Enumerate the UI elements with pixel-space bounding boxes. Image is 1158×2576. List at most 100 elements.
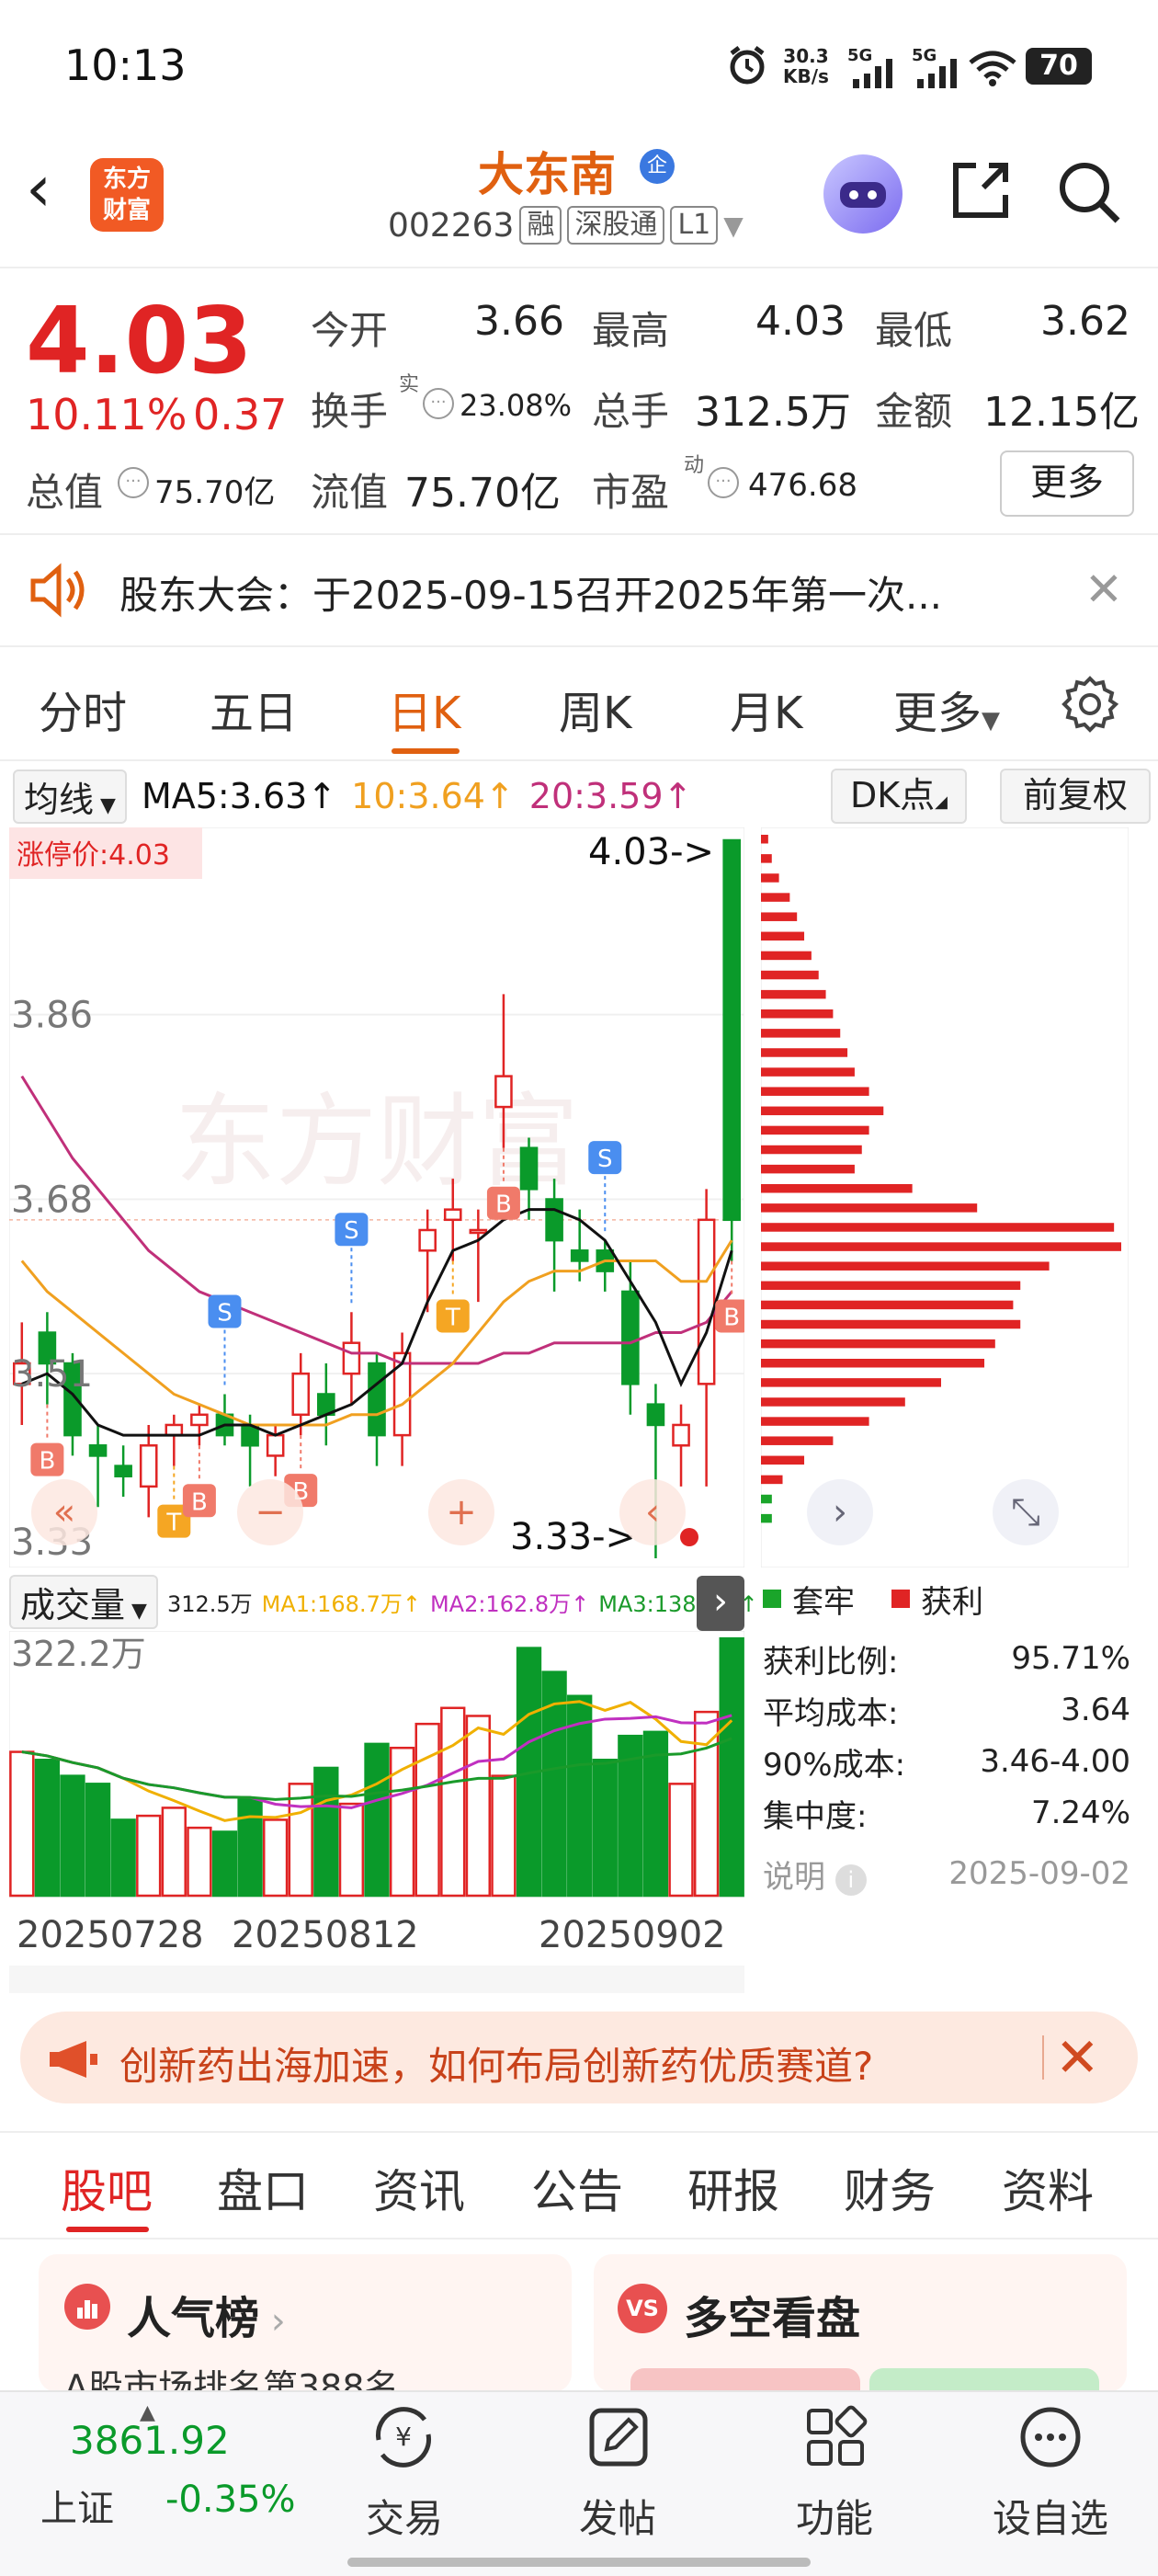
adjust-mode-button[interactable]: 前复权 — [1000, 769, 1151, 824]
info-dots-icon[interactable]: ··· — [423, 388, 454, 419]
index-pct[interactable]: -0.35% — [165, 2479, 296, 2521]
chip-distribution-chart[interactable]: › ⤡ — [761, 827, 1129, 1567]
pe-value: 476.68 — [748, 467, 857, 504]
nav-post[interactable]: 发帖 — [579, 2488, 656, 2544]
home-indicator[interactable] — [347, 2558, 811, 2567]
tab-forum[interactable]: 股吧 — [61, 2155, 153, 2221]
index-name[interactable]: 上证 — [40, 2479, 114, 2532]
chip-bar — [761, 1319, 1021, 1329]
chip-bar — [761, 1397, 905, 1407]
chip-bar — [761, 854, 772, 863]
tab-orderbook[interactable]: 盘口 — [217, 2155, 309, 2221]
volume-selector[interactable]: 成交量 ▼ — [9, 1574, 158, 1629]
chip-row-value: 95.71% — [1011, 1640, 1130, 1677]
chip-bar — [761, 1359, 985, 1368]
candle-body — [368, 1362, 386, 1437]
tab-news[interactable]: 资讯 — [373, 2155, 465, 2221]
tab-profile[interactable]: 资料 — [1002, 2155, 1094, 2221]
nav-functions[interactable]: 功能 — [796, 2488, 873, 2544]
volume-bar — [338, 1802, 365, 1898]
chip-row-value: 3.46-4.00 — [980, 1743, 1130, 1780]
stock-name[interactable]: 大东南 — [478, 138, 616, 204]
caret-down-icon: ▼ — [94, 793, 116, 817]
candle-body — [165, 1423, 184, 1437]
popularity-title[interactable]: 人气榜 › — [127, 2282, 286, 2346]
bull-bear-title[interactable]: 多空看盘 — [684, 2282, 860, 2346]
trade-icon[interactable]: ¥ — [369, 2403, 437, 2471]
tab-daily-k[interactable]: 日K — [388, 677, 460, 741]
pe-label: 市盈 — [592, 470, 670, 515]
high-value: 4.03 — [755, 298, 846, 345]
volume-bar — [110, 1818, 136, 1898]
tab-intraday[interactable]: 分时 — [39, 677, 127, 741]
volume-bar — [414, 1722, 440, 1898]
chevron-right-icon: › — [259, 2300, 286, 2342]
ma5-value: MA5:3.63↑ — [141, 776, 337, 816]
info-dots-icon[interactable]: ··· — [708, 467, 739, 498]
tab-announcements[interactable]: 公告 — [531, 2155, 623, 2221]
chip-bar — [761, 1378, 941, 1387]
candle-body — [519, 1146, 539, 1191]
tab-more[interactable]: 更多▼ — [893, 677, 1000, 741]
ma-selector[interactable]: 均线 ▼ — [13, 769, 127, 824]
index-value[interactable]: 3861.92 — [70, 2418, 230, 2463]
chip-note[interactable]: 说明 i — [763, 1852, 867, 1897]
settings-gear-icon[interactable] — [1061, 675, 1119, 734]
tab-financials[interactable]: 财务 — [844, 2155, 936, 2221]
candle-body — [418, 1228, 437, 1252]
scroll-track[interactable] — [9, 1966, 744, 1993]
expand-right-button[interactable]: › — [697, 1576, 744, 1631]
tab-monthly-k[interactable]: 月K — [730, 677, 802, 741]
chip-bar — [761, 989, 826, 999]
volume-bar — [262, 1818, 289, 1898]
chip-bar — [761, 1261, 1050, 1271]
stock-code-line[interactable]: 002263 融 深股通 L1 ▼ — [388, 206, 744, 245]
divider — [0, 759, 1158, 761]
level-tag: L1 — [670, 206, 719, 245]
chip-bar — [761, 1145, 862, 1155]
chip-bar — [761, 1009, 834, 1019]
compose-icon[interactable] — [585, 2403, 653, 2471]
low-value: 3.62 — [1040, 298, 1130, 345]
more-button[interactable]: 更多 — [1000, 450, 1134, 517]
candle-body — [392, 1351, 412, 1437]
info-dots-icon[interactable]: ··· — [118, 467, 149, 498]
tab-research[interactable]: 研报 — [687, 2155, 779, 2221]
ranking-icon — [64, 2284, 110, 2330]
vol-ma1-text: MA1:168.7万 — [261, 1590, 403, 1617]
turnover-label: 换手 — [311, 389, 389, 434]
volume-chart[interactable]: 322.2万 — [9, 1631, 744, 1898]
more-dots-icon[interactable] — [1016, 2403, 1084, 2471]
robot-assistant-icon[interactable] — [823, 154, 903, 234]
tab-five-day[interactable]: 五日 — [210, 677, 298, 741]
volume-bar — [541, 1670, 567, 1898]
notice-text[interactable]: 股东大会：于2025-09-15召开2025年第一次... — [119, 564, 942, 621]
nav-trade[interactable]: 交易 — [366, 2488, 443, 2544]
apps-grid-icon[interactable] — [801, 2403, 869, 2471]
vs-icon: VS — [618, 2284, 667, 2333]
dk-point-button[interactable]: DK点◢ — [831, 769, 967, 824]
chip-bar — [761, 912, 798, 921]
chip-bar — [761, 1203, 978, 1213]
nav-add-watch[interactable]: 设自选 — [993, 2488, 1108, 2544]
chip-date: 2025-09-02 — [948, 1855, 1130, 1892]
close-icon[interactable]: ✕ — [1084, 563, 1123, 616]
pe-sup: 动 — [684, 454, 705, 477]
close-icon[interactable]: ✕ — [1055, 2026, 1100, 2089]
ma-selector-label: 均线 — [24, 779, 95, 820]
search-icon[interactable] — [1055, 158, 1123, 226]
battery-icon: 70 — [1026, 48, 1092, 85]
y-tick-label: 3.86 — [11, 995, 93, 1037]
tab-weekly-k[interactable]: 周K — [559, 677, 631, 741]
volume-selector-label: 成交量 — [20, 1584, 126, 1625]
signal-letter: B — [495, 1191, 512, 1219]
chip-bar — [761, 873, 779, 883]
candle-body — [139, 1444, 158, 1488]
back-button[interactable]: ‹ — [26, 156, 51, 221]
volume-bar — [211, 1830, 238, 1898]
share-icon[interactable] — [947, 156, 1015, 224]
vol-ma2-text: MA2:162.8万 — [429, 1590, 572, 1617]
banner-text[interactable]: 创新药出海加速，如何布局创新药优质赛道? — [119, 2035, 873, 2092]
status-time: 10:13 — [64, 40, 187, 90]
candlestick-chart[interactable]: 东方财富3.863.683.513.33涨停价:4.034.03->3.33->… — [9, 827, 744, 1567]
